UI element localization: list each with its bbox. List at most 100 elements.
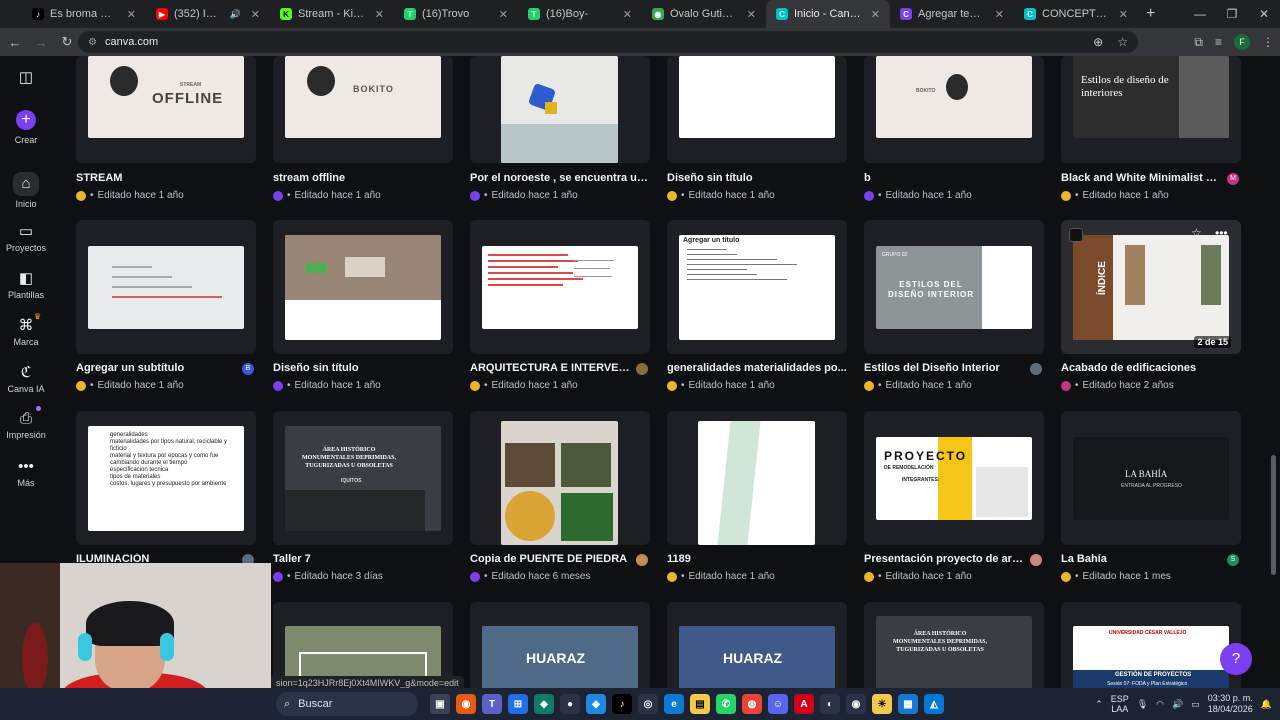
design-thumbnail[interactable]: HUARAZ	[667, 602, 847, 688]
design-thumbnail[interactable]: BOKITO	[864, 56, 1044, 163]
zoom-icon[interactable]: ⊕	[1093, 35, 1103, 49]
design-thumbnail[interactable]: generalidades materialidades por tipos n…	[76, 411, 256, 545]
firefox-icon[interactable]: ◉	[456, 694, 476, 714]
design-thumbnail[interactable]	[273, 220, 453, 354]
edge-icon[interactable]: e	[664, 694, 684, 714]
design-card[interactable]: Diseño sin título • Editado hace 1 año	[667, 56, 847, 206]
clock[interactable]: 03:30 p. m. 18/04/2026	[1208, 693, 1253, 715]
browser-tab[interactable]: C Agregar texto - 594 ✕	[890, 0, 1014, 28]
reload-icon[interactable]: ↻	[56, 34, 78, 50]
design-card[interactable]: BOKITO b • Editado hace 1 año	[864, 56, 1044, 206]
app-icon[interactable]: ◎	[638, 694, 658, 714]
design-card[interactable]: HUARAZ	[667, 602, 847, 688]
design-thumbnail[interactable]: Estilos de diseño de interiores	[1061, 56, 1241, 163]
chrome-icon[interactable]: ◍	[742, 694, 762, 714]
design-card[interactable]: PROYECTO DE REMODELACIÓN INTEGRANTES: Pr…	[864, 411, 1044, 591]
design-card[interactable]: GRUPO 02 ESTILOS DEL DISEÑO INTERIOR Est…	[864, 220, 1044, 400]
profile-avatar[interactable]: F	[1234, 34, 1250, 50]
design-thumbnail[interactable]: ÁREA HISTÓRICO MONUMENTALES DEPRIMIDAS, …	[273, 411, 453, 545]
browser-tab[interactable]: ▶ (352) Imagíname 🔊 ✕	[146, 0, 270, 28]
browser-tab[interactable]: K Stream - Kick Dashbo ✕	[270, 0, 394, 28]
design-title[interactable]: Acabado de edificaciones	[1061, 362, 1241, 374]
close-tab-icon[interactable]: ✕	[127, 8, 136, 21]
owner-avatar[interactable]	[1030, 363, 1042, 375]
design-title[interactable]: Copia de PUENTE DE PIEDRA	[470, 553, 630, 565]
app-icon[interactable]: ●	[560, 694, 580, 714]
address-bar[interactable]: ⚙ canva.com ⊕ ☆	[78, 31, 1138, 53]
design-thumbnail[interactable]	[470, 411, 650, 545]
design-title[interactable]: Diseño sin título	[273, 362, 453, 374]
design-title[interactable]: ARQUITECTURA E INTERVEN...	[470, 362, 630, 374]
sidebar-item-brand[interactable]: ⌘ Marca	[0, 316, 52, 347]
close-tab-icon[interactable]: ✕	[499, 8, 508, 21]
design-card[interactable]: OFFLINE STREAM STREAM • Editado hace 1 añ…	[76, 56, 256, 206]
microphone-icon[interactable]: 🎙	[1137, 699, 1148, 710]
select-checkbox[interactable]	[1069, 228, 1083, 242]
design-thumbnail[interactable]: ÁREA HISTÓRICO MONUMENTALES DEPRIMIDAS, …	[864, 602, 1044, 688]
star-icon[interactable]: ☆	[1191, 226, 1202, 240]
battery-icon[interactable]: ▭	[1191, 699, 1200, 710]
design-card[interactable]: Agregar un subtítulo B • Editado hace 1 a…	[76, 220, 256, 400]
app-icon[interactable]: ◈	[534, 694, 554, 714]
design-card[interactable]: Agregar un título generalidades material…	[667, 220, 847, 400]
owner-avatar[interactable]	[636, 554, 648, 566]
app-icon[interactable]: ◆	[586, 694, 606, 714]
sidebar-item-templates[interactable]: ◧ Plantillas	[0, 269, 52, 300]
acrobat-icon[interactable]: A	[794, 694, 814, 714]
design-thumbnail[interactable]: BOKITO	[273, 56, 453, 163]
design-title[interactable]: Diseño sin título	[667, 172, 847, 184]
browser-tab[interactable]: ♪ Es broma o no lo es? ✕	[22, 0, 146, 28]
design-card[interactable]: Diseño sin título • Editado hace 1 año	[273, 220, 453, 400]
browser-menu-icon[interactable]: ⋮	[1262, 35, 1274, 49]
discord-icon[interactable]: ☺	[768, 694, 788, 714]
design-title[interactable]: Taller 7	[273, 553, 453, 565]
new-tab-button[interactable]: +	[1146, 5, 1155, 23]
design-thumbnail[interactable]: HUARAZ	[470, 602, 650, 688]
sidebar-item-print[interactable]: ⎙ Impresión	[0, 410, 52, 440]
scrollbar-thumb[interactable]	[1271, 455, 1276, 575]
wifi-icon[interactable]: ◠	[1156, 699, 1164, 710]
minimize-icon[interactable]: —	[1184, 0, 1216, 28]
browser-tab[interactable]: C CONCEPTUALIZACIÓ ✕	[1014, 0, 1138, 28]
design-card[interactable]: HUARAZ	[470, 602, 650, 688]
owner-avatar[interactable]: B	[242, 363, 254, 375]
sidebar-item-canva-ai[interactable]: ℭ Canva IA	[0, 363, 52, 394]
owner-avatar[interactable]: S	[1227, 554, 1239, 566]
app-icon[interactable]: ◭	[924, 694, 944, 714]
design-title[interactable]: STREAM	[76, 172, 256, 184]
design-thumbnail[interactable]	[76, 220, 256, 354]
design-title[interactable]: La Bahía	[1061, 553, 1221, 565]
tiktok-icon[interactable]: ♪	[612, 694, 632, 714]
design-thumbnail[interactable]: UNIVERSIDAD CÉSAR VALLEJO GESTIÓN DE PRO…	[1061, 602, 1241, 688]
design-card[interactable]: LA BAHÍA ENTRADA AL PROGRESO La Bahía S …	[1061, 411, 1241, 591]
design-thumbnail[interactable]: PROYECTO DE REMODELACIÓN INTEGRANTES:	[864, 411, 1044, 545]
sidebar-toggle[interactable]: ◫	[0, 68, 52, 89]
design-thumbnail[interactable]: ÍNDICE ☆ ••• 2 de 15	[1061, 220, 1241, 354]
explorer-icon[interactable]: ▤	[690, 694, 710, 714]
volume-icon[interactable]: 🔊	[1172, 699, 1183, 710]
design-card[interactable]: ARQUITECTURA E INTERVEN... • Editado hace…	[470, 220, 650, 400]
design-thumbnail[interactable]	[667, 56, 847, 163]
design-thumbnail[interactable]: OFFLINE STREAM	[76, 56, 256, 163]
design-card[interactable]: Por el noroeste , se encuentra un... • Ed…	[470, 56, 650, 206]
obs-icon[interactable]: ◉	[846, 694, 866, 714]
more-options-icon[interactable]: •••	[1215, 226, 1228, 240]
browser-tab-active[interactable]: C Inicio - Canva ✕	[766, 0, 890, 28]
chevron-up-icon[interactable]: ⌃	[1095, 699, 1103, 710]
taskbar-search[interactable]: ⌕ Buscar	[276, 692, 418, 716]
design-thumbnail[interactable]: Agregar un título	[667, 220, 847, 354]
sidebar-item-create[interactable]: + Crear	[0, 110, 52, 145]
owner-avatar[interactable]	[636, 363, 648, 375]
teams-icon[interactable]: T	[482, 694, 502, 714]
store-icon[interactable]: ⊞	[508, 694, 528, 714]
owner-avatar[interactable]: M	[1227, 173, 1239, 185]
close-window-icon[interactable]: ✕	[1248, 0, 1280, 28]
design-title[interactable]: Estilos del Diseño Interior	[864, 362, 1024, 374]
forward-icon[interactable]: →	[30, 35, 52, 50]
close-tab-icon[interactable]: ✕	[1119, 8, 1128, 21]
design-title[interactable]: Presentación proyecto de arq...	[864, 553, 1024, 565]
audio-icon[interactable]: 🔊	[230, 9, 241, 20]
design-title[interactable]: Black and White Minimalist C...	[1061, 172, 1221, 184]
task-view-icon[interactable]: ▣	[430, 694, 450, 714]
design-card[interactable]: Copia de PUENTE DE PIEDRA • Editado hace …	[470, 411, 650, 591]
